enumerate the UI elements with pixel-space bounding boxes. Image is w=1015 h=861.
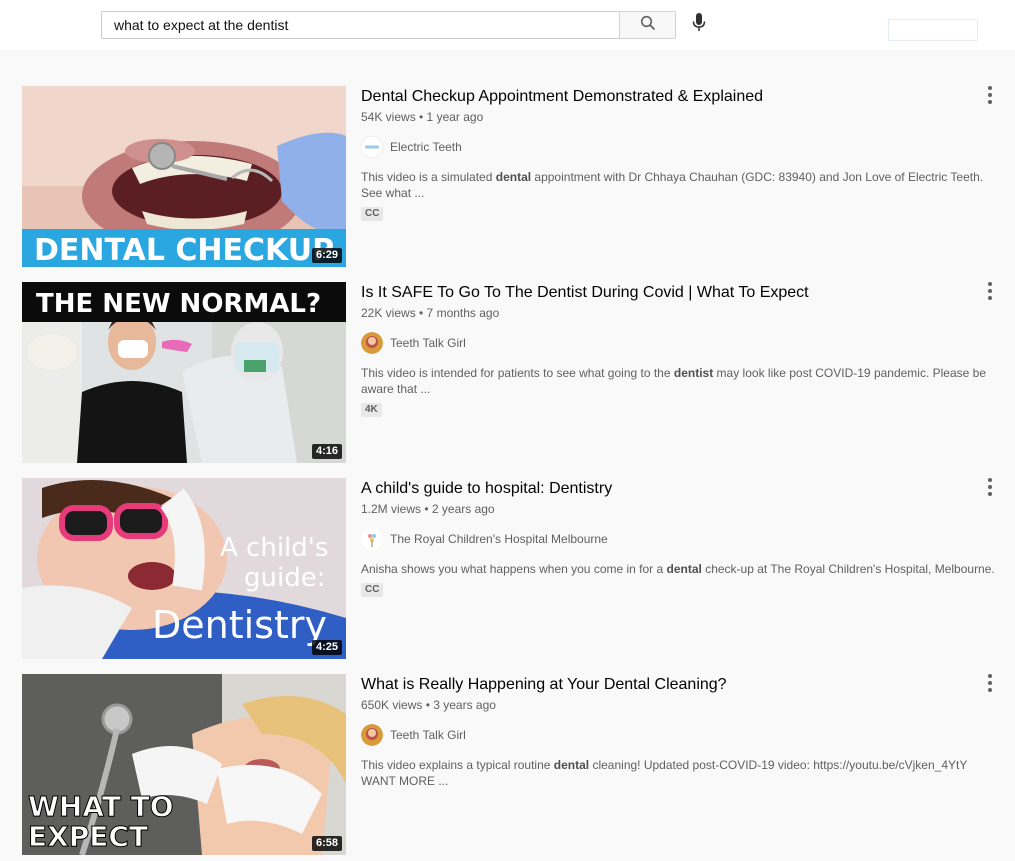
thumbnail-image: DENTAL CHECKUP — [22, 86, 346, 267]
channel-avatar[interactable] — [361, 332, 383, 354]
video-duration: 4:16 — [311, 444, 342, 459]
video-result[interactable]: THE NEW NORMAL? 4:16 Is It SAFE To Go To… — [22, 282, 1002, 463]
channel-info[interactable]: Teeth Talk Girl — [361, 723, 981, 747]
search-button[interactable] — [619, 11, 676, 39]
video-result[interactable]: DENTAL CHECKUP 6:29 Dental Checkup Appoi… — [22, 86, 1002, 267]
channel-info[interactable]: Teeth Talk Girl — [361, 331, 981, 355]
thumbnail-caption: A child's — [220, 533, 328, 563]
channel-avatar[interactable] — [361, 724, 383, 746]
thumbnail-caption: DENTAL CHECKUP — [34, 233, 334, 267]
video-result[interactable]: WHAT TO EXPECT 6:58 What is Really Happe… — [22, 674, 1002, 855]
video-description: This video is a simulated dental appoint… — [361, 170, 984, 200]
video-result[interactable]: A child's guide: Dentistry 4:25 A child'… — [22, 478, 1002, 659]
channel-avatar[interactable] — [361, 528, 383, 550]
channel-info[interactable]: Electric Teeth — [361, 135, 981, 159]
search-icon — [640, 15, 656, 36]
channel-avatar[interactable] — [361, 136, 383, 158]
video-views: 22K views • 7 months ago — [361, 306, 500, 320]
search-input[interactable] — [102, 12, 620, 38]
video-views: 1.2M views • 2 years ago — [361, 502, 495, 516]
video-description: This video explains a typical routine de… — [361, 758, 968, 788]
thumbnail-caption: WHAT TO — [28, 790, 174, 823]
thumbnail-caption: EXPECT — [28, 820, 148, 853]
sign-in-button-faded[interactable] — [888, 19, 978, 41]
video-description: Anisha shows you what happens when you c… — [361, 562, 995, 576]
thumbnail-image: WHAT TO EXPECT — [22, 674, 346, 855]
search-box[interactable] — [101, 11, 620, 39]
video-views: 54K views • 1 year ago — [361, 110, 484, 124]
video-thumbnail[interactable]: THE NEW NORMAL? 4:16 — [22, 282, 346, 463]
more-actions-button[interactable] — [982, 674, 998, 692]
channel-name[interactable]: Teeth Talk Girl — [390, 728, 466, 742]
video-thumbnail[interactable]: WHAT TO EXPECT 6:58 — [22, 674, 346, 855]
video-views: 650K views • 3 years ago — [361, 698, 496, 712]
channel-name[interactable]: Electric Teeth — [390, 140, 462, 154]
masthead — [0, 0, 1015, 50]
video-duration: 6:58 — [311, 836, 342, 851]
video-description: This video is intended for patients to s… — [361, 366, 987, 396]
channel-name[interactable]: Teeth Talk Girl — [390, 336, 466, 350]
thumbnail-caption: Dentistry — [152, 603, 327, 647]
thumbnail-image: A child's guide: Dentistry — [22, 478, 346, 659]
more-actions-button[interactable] — [982, 478, 998, 496]
channel-info[interactable]: The Royal Children's Hospital Melbourne — [361, 527, 981, 551]
video-duration: 4:25 — [311, 640, 342, 655]
video-title[interactable]: Is It SAFE To Go To The Dentist During C… — [361, 282, 981, 304]
thumbnail-caption: guide: — [244, 563, 325, 593]
thumbnail-image: THE NEW NORMAL? — [22, 282, 346, 463]
more-actions-button[interactable] — [982, 282, 998, 300]
video-title[interactable]: Dental Checkup Appointment Demonstrated … — [361, 86, 981, 108]
channel-name[interactable]: The Royal Children's Hospital Melbourne — [390, 532, 608, 546]
thumbnail-caption: THE NEW NORMAL? — [36, 289, 321, 319]
microphone-icon — [692, 12, 706, 38]
video-thumbnail[interactable]: A child's guide: Dentistry 4:25 — [22, 478, 346, 659]
video-title[interactable]: What is Really Happening at Your Dental … — [361, 674, 981, 696]
cc-badge: CC — [361, 583, 384, 597]
video-thumbnail[interactable]: DENTAL CHECKUP 6:29 — [22, 86, 346, 267]
video-duration: 6:29 — [311, 248, 342, 263]
4k-badge: 4K — [361, 403, 382, 417]
voice-search-button[interactable] — [688, 12, 710, 38]
video-title[interactable]: A child's guide to hospital: Dentistry — [361, 478, 981, 500]
cc-badge: CC — [361, 207, 384, 221]
more-actions-button[interactable] — [982, 86, 998, 104]
